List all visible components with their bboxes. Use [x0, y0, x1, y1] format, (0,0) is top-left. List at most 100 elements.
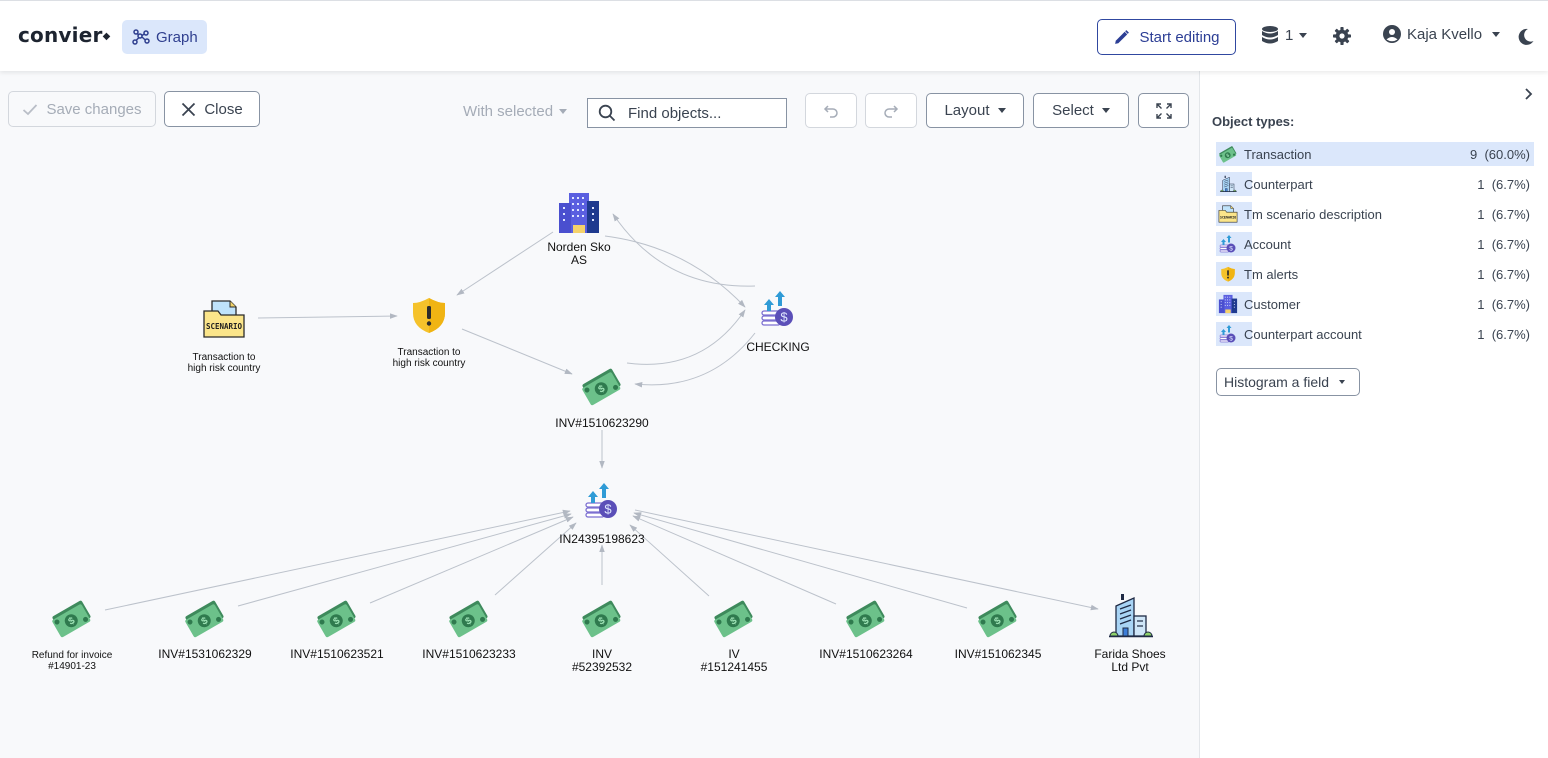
- save-changes-button[interactable]: Save changes: [8, 91, 156, 127]
- close-button[interactable]: Close: [164, 91, 260, 127]
- object-type-row[interactable]: Counterpart account 1 (6.7%): [1216, 322, 1534, 346]
- object-type-row[interactable]: Tm scenario description 1 (6.7%): [1216, 202, 1534, 226]
- dark-mode-toggle[interactable]: [1518, 28, 1534, 50]
- checkmark-icon: [23, 103, 38, 115]
- edge-norden-to-checking[interactable]: [604, 235, 746, 308]
- object-type-count: 1 (6.7%): [1477, 206, 1530, 222]
- node-label: #151241455: [701, 660, 768, 674]
- graph-node-refund[interactable]: Refund for invoice#14901-23: [32, 599, 113, 672]
- chevron-down-icon: [559, 109, 568, 114]
- graph-node-inv329[interactable]: INV#1531062329: [158, 599, 252, 661]
- edge-checking-to-inv290[interactable]: [634, 332, 756, 388]
- start-editing-label: Start editing: [1139, 28, 1220, 46]
- object-type-count: 1 (6.7%): [1477, 176, 1530, 192]
- graph-node-inv290[interactable]: INV#1510623290: [555, 367, 649, 430]
- graph-node-inv264[interactable]: INV#1510623264: [819, 599, 913, 661]
- database-selector[interactable]: 1: [1261, 25, 1308, 45]
- alert-shield-icon: [413, 298, 445, 333]
- node-label: Transaction to: [193, 352, 256, 363]
- with-selected-dropdown[interactable]: With selected: [463, 103, 568, 120]
- search-icon: [598, 104, 616, 122]
- graph-nodes: Norden SkoASTransaction tohigh risk coun…: [32, 193, 1166, 674]
- close-icon: [182, 102, 196, 116]
- node-label: high risk country: [188, 363, 261, 374]
- edge-inv264-to-acct623[interactable]: [632, 515, 837, 605]
- settings-button[interactable]: [1332, 26, 1352, 51]
- graph-node-norden[interactable]: Norden SkoAS: [547, 193, 611, 267]
- graph-node-farida[interactable]: Farida ShoesLtd Pvt: [1094, 593, 1166, 674]
- graph-node-scenario[interactable]: Transaction tohigh risk country: [188, 300, 261, 374]
- node-label: Norden Sko: [547, 240, 611, 254]
- edge-inv290-to-checking[interactable]: [626, 309, 746, 365]
- top-bar: convier◆ Graph Start editing 1 Kaja Kvel…: [0, 0, 1548, 71]
- app-logo[interactable]: convier◆: [18, 23, 110, 47]
- database-count: 1: [1285, 26, 1294, 44]
- account-coins-icon: [761, 290, 794, 327]
- graph-node-inv532[interactable]: INV#52392532: [572, 599, 632, 674]
- money-icon: [183, 599, 226, 638]
- chevron-down-icon: [1299, 32, 1308, 38]
- graph-node-inv345[interactable]: INV#151062345: [955, 599, 1042, 661]
- database-icon: [1262, 26, 1278, 44]
- company-building-icon: [1216, 292, 1240, 316]
- undo-button[interactable]: [805, 93, 857, 128]
- edge-alert-to-inv290[interactable]: [461, 328, 573, 375]
- graph-icon: [132, 29, 150, 45]
- select-dropdown[interactable]: Select: [1033, 93, 1129, 128]
- account-coins-icon: [1216, 322, 1240, 346]
- moon-icon: [1518, 28, 1534, 45]
- node-label: INV#1510623264: [819, 647, 913, 661]
- money-icon: [844, 599, 887, 638]
- redo-button[interactable]: [865, 93, 917, 128]
- edge-norden-to-alert[interactable]: [456, 231, 554, 296]
- edge-inv345-to-acct623[interactable]: [633, 512, 968, 609]
- fullscreen-button[interactable]: [1138, 93, 1189, 128]
- object-type-row[interactable]: Counterpart 1 (6.7%): [1216, 172, 1534, 196]
- edge-acct623-to-farida[interactable]: [634, 509, 1099, 611]
- node-label: high risk country: [393, 358, 466, 369]
- graph-node-acct623[interactable]: IN24395198623: [559, 482, 645, 546]
- find-objects-input[interactable]: [628, 104, 778, 122]
- object-types-list: Transaction 9 (60.0%) Counterpart 1 (6.7%) T…: [1216, 142, 1534, 352]
- object-type-count: 1 (6.7%): [1477, 236, 1530, 252]
- graph-node-checking[interactable]: CHECKING: [746, 290, 810, 354]
- start-editing-button[interactable]: Start editing: [1097, 19, 1236, 55]
- alert-shield-icon: [1216, 262, 1240, 286]
- edge-inv329-to-acct623[interactable]: [237, 513, 572, 607]
- edge-inv521-to-acct623[interactable]: [369, 516, 574, 604]
- object-type-row[interactable]: Customer 1 (6.7%): [1216, 292, 1534, 316]
- edge-refund-to-acct623[interactable]: [104, 509, 571, 611]
- object-type-row[interactable]: Account 1 (6.7%): [1216, 232, 1534, 256]
- node-label: INV#1531062329: [158, 647, 252, 661]
- collapse-panel-button[interactable]: [1524, 87, 1534, 106]
- money-icon: [50, 599, 93, 638]
- company-building-icon: [559, 193, 599, 233]
- histogram-label: Histogram a field: [1224, 374, 1330, 390]
- node-label: Ltd Pvt: [1111, 660, 1149, 674]
- layout-dropdown[interactable]: Layout: [926, 93, 1024, 128]
- scenario-folder-icon: [203, 300, 245, 338]
- find-objects-search[interactable]: [587, 98, 787, 128]
- edge-checking-to-norden[interactable]: [612, 213, 756, 287]
- edge-scenario-to-alert[interactable]: [257, 313, 398, 319]
- graph-node-inv233[interactable]: INV#1510623233: [422, 599, 516, 661]
- node-label: INV#1510623233: [422, 647, 516, 661]
- graph-node-iv455[interactable]: IV#151241455: [701, 599, 768, 674]
- money-icon: [712, 599, 755, 638]
- object-type-count: 1 (6.7%): [1477, 326, 1530, 342]
- histogram-field-dropdown[interactable]: Histogram a field: [1216, 368, 1360, 396]
- pencil-icon: [1115, 29, 1130, 44]
- chevron-down-icon: [1492, 31, 1501, 37]
- object-type-row[interactable]: Tm alerts 1 (6.7%): [1216, 262, 1534, 286]
- expand-icon: [1155, 102, 1172, 119]
- tab-graph[interactable]: Graph: [122, 20, 207, 54]
- object-type-row[interactable]: Transaction 9 (60.0%): [1216, 142, 1534, 166]
- chevron-down-icon: [1339, 380, 1346, 384]
- node-label: INV#1510623521: [290, 647, 384, 661]
- graph-node-inv521[interactable]: INV#1510623521: [290, 599, 384, 661]
- graph-node-alert[interactable]: Transaction tohigh risk country: [393, 298, 466, 369]
- chevron-down-icon: [1101, 108, 1110, 113]
- user-menu[interactable]: Kaja Kvello: [1383, 25, 1501, 43]
- object-type-label: Customer: [1244, 296, 1301, 312]
- object-type-label: Account: [1244, 236, 1291, 252]
